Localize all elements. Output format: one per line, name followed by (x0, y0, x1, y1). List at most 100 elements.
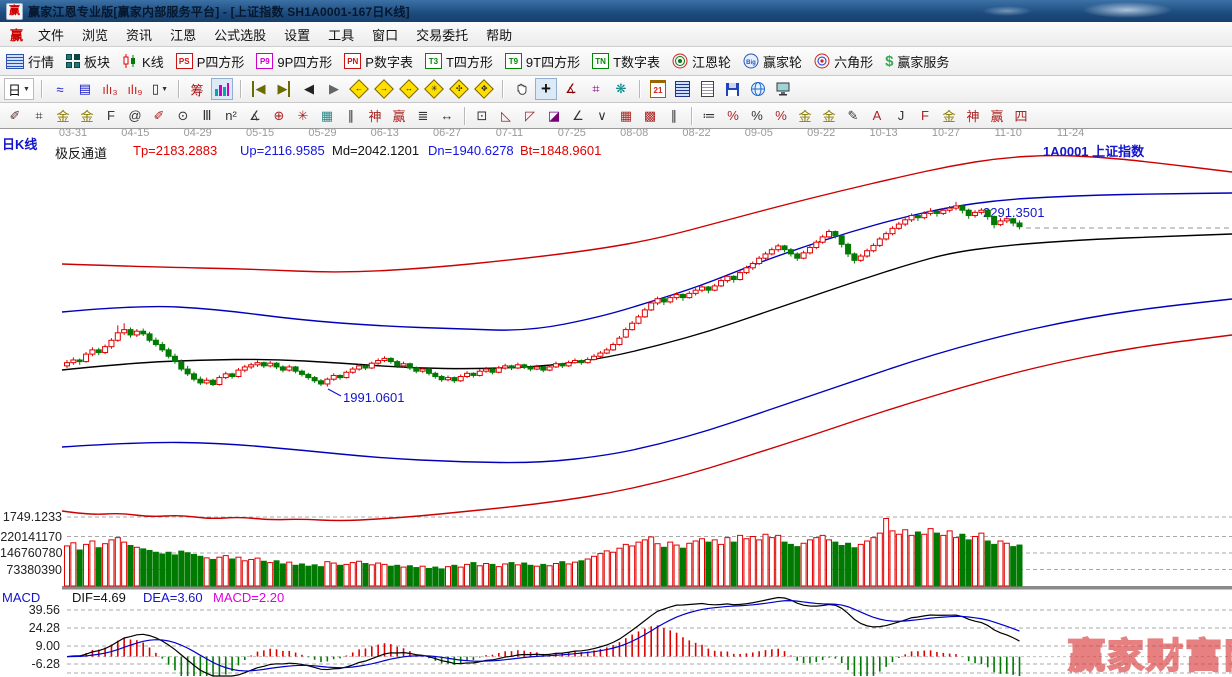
menu-item-file[interactable]: 文件 (29, 23, 73, 46)
macd-dea-value: DEA=3.60 (143, 590, 203, 605)
ruler-123-icon[interactable]: ≣ (412, 105, 434, 127)
first-bar-icon[interactable]: ◀ (248, 78, 270, 100)
menu-item-help[interactable]: 帮助 (477, 23, 521, 46)
ying-tool-icon[interactable]: 赢 (388, 105, 410, 127)
menu-item-settings[interactable]: 设置 (275, 23, 319, 46)
drag-hand-icon[interactable] (510, 78, 532, 100)
ying-angle-tool-icon[interactable]: 赢 (986, 105, 1008, 127)
fan-lines-tool-icon[interactable]: ◺ (495, 105, 517, 127)
toolbar-button-quotes[interactable]: 行情 (6, 52, 54, 71)
box-tool-icon[interactable]: ⊡ (471, 105, 493, 127)
gauge-tool-icon[interactable]: ⊙ (172, 105, 194, 127)
trend-chart-icon[interactable]: ≈ (49, 78, 71, 100)
toolbar-button-9p-square[interactable]: P99P四方形 (256, 52, 332, 71)
diamond-zoom-in-shape: ✥ (474, 79, 494, 99)
pen-tool-icon[interactable]: ✐ (4, 105, 26, 127)
diamond-compress-icon[interactable]: ✳ (423, 78, 445, 100)
percent-line-tool-icon[interactable]: % (770, 105, 792, 127)
diamond-zoom-out-icon[interactable]: ✣ (448, 78, 470, 100)
title-bar[interactable]: 赢 赢家江恩专业版[赢家内部服务平台] - [上证指数 SH1A0001-167… (0, 0, 1232, 22)
shen-tool-icon[interactable]: 神 (364, 105, 386, 127)
9p-square-icon: P9 (256, 53, 273, 69)
toolbar-button-winner-wheel[interactable]: Big赢家轮 (743, 52, 802, 71)
calendar-icon[interactable]: 21 (647, 78, 669, 100)
toolbar-button-p-square[interactable]: PSP四方形 (176, 52, 245, 71)
toolbar-button-t-square[interactable]: T3T四方形 (425, 52, 493, 71)
gold-ratio-a-icon[interactable]: 金 (52, 105, 74, 127)
channel-up-value: Up=2116.9585 (240, 143, 325, 158)
knife-tool-icon[interactable]: ✐ (148, 105, 170, 127)
gold-angle-tool-icon[interactable]: 金 (938, 105, 960, 127)
toolbar-button-winner-service[interactable]: $赢家服务 (885, 52, 949, 71)
menu-item-news[interactable]: 资讯 (117, 23, 161, 46)
save-icon[interactable] (722, 78, 744, 100)
bars-3-icon[interactable]: ılı₃ (99, 78, 121, 100)
menu-item-browse[interactable]: 浏览 (73, 23, 117, 46)
toolbar-button-9t-square[interactable]: T99T四方形 (505, 52, 580, 71)
width-measure-icon[interactable]: ↔ (436, 105, 458, 127)
diamond-scroll-right-icon[interactable]: → (373, 78, 395, 100)
prev-bar-icon[interactable]: ◀ (298, 78, 320, 100)
spiral-tool-icon[interactable]: @ (124, 105, 146, 127)
red-grid-tool-icon[interactable]: ▦ (615, 105, 637, 127)
toolbar-button-hexagon[interactable]: 六角形 (814, 52, 873, 71)
candle-style-icon[interactable]: ▯▼ (149, 78, 171, 100)
four-angle-tool-icon[interactable]: 四 (1010, 105, 1032, 127)
crosshair-icon[interactable]: + (535, 78, 557, 100)
last-bar-icon[interactable]: ▶ (273, 78, 295, 100)
web-service-icon[interactable] (747, 78, 769, 100)
gann-net-icon[interactable]: ⌗ (585, 78, 607, 100)
tick-ruler-icon[interactable]: Ⅲ (196, 105, 218, 127)
toolbar-button-kline[interactable]: K线 (122, 52, 164, 71)
chip-distribution-icon[interactable]: 筹 (186, 78, 208, 100)
star-grid-tool-icon[interactable]: ✳ (292, 105, 314, 127)
angle-measure-icon[interactable]: ∡ (560, 78, 582, 100)
gold-circle-tool-icon[interactable]: 金 (794, 105, 816, 127)
shen-angle-tool-icon[interactable]: 神 (962, 105, 984, 127)
shade-box-tool-icon[interactable]: ◪ (543, 105, 565, 127)
wave-a-tool-icon[interactable]: A (866, 105, 888, 127)
toolbar-button-gann-wheel[interactable]: 江恩轮 (672, 52, 731, 71)
n-square-tool-icon[interactable]: n² (220, 105, 242, 127)
gold-ratio-b-icon[interactable]: 金 (76, 105, 98, 127)
info-document-icon[interactable]: ▤ (74, 78, 96, 100)
j-angle-tool-icon[interactable]: J (890, 105, 912, 127)
toolbar-button-p-number-table[interactable]: PNP数字表 (344, 52, 413, 71)
net-grid-tool-icon[interactable]: ▦ (316, 105, 338, 127)
bars-9-icon[interactable]: ılı₉ (124, 78, 146, 100)
toolbar-button-sectors[interactable]: 板块 (66, 52, 110, 71)
percent-tool-icon[interactable]: % (746, 105, 768, 127)
service-dollar-icon: $ (885, 53, 893, 70)
double-bar-tool-icon[interactable]: ∥ (340, 105, 362, 127)
menu-item-gann[interactable]: 江恩 (161, 23, 205, 46)
fan-box-tool-icon[interactable]: ◸ (519, 105, 541, 127)
toolbar-button-t-number-table[interactable]: TNT数字表 (592, 52, 660, 71)
menu-item-formula-stock-pick[interactable]: 公式选股 (205, 23, 275, 46)
f-ruler-icon[interactable]: F (100, 105, 122, 127)
diamond-expand-h-icon[interactable]: ↔ (398, 78, 420, 100)
comb-ruler-icon[interactable]: ⌗ (28, 105, 50, 127)
diamond-zoom-in-icon[interactable]: ✥ (473, 78, 495, 100)
brush-tool-icon[interactable]: ✎ (842, 105, 864, 127)
dense-grid-tool-icon[interactable]: ▩ (639, 105, 661, 127)
f-angle-tool-icon[interactable]: F (914, 105, 936, 127)
notes-icon[interactable] (697, 78, 719, 100)
circle-cross-tool-icon[interactable]: ⊕ (268, 105, 290, 127)
workstation-icon[interactable] (772, 78, 794, 100)
wave-tool-icon[interactable]: ❋ (610, 78, 632, 100)
next-bar-icon[interactable]: ▶ (323, 78, 345, 100)
angle-lines-tool-icon[interactable]: ∠ (567, 105, 589, 127)
wave-lines-tool-icon[interactable]: ∨ (591, 105, 613, 127)
diamond-scroll-left-icon[interactable]: ← (348, 78, 370, 100)
calculator-icon[interactable] (672, 78, 694, 100)
volume-panel-icon[interactable] (211, 78, 233, 100)
scale-tool-icon[interactable]: ≔ (698, 105, 720, 127)
gold-bar-tool-icon[interactable]: 金 (818, 105, 840, 127)
menu-item-tools[interactable]: 工具 (319, 23, 363, 46)
menu-item-window[interactable]: 窗口 (363, 23, 407, 46)
menu-item-trade-entrust[interactable]: 交易委托 (407, 23, 477, 46)
angle-ruler-icon[interactable]: ∡ (244, 105, 266, 127)
percent-ruler-tool-icon[interactable]: % (722, 105, 744, 127)
period-day-icon[interactable]: 日▼ (4, 78, 34, 100)
parallel-lines-tool-icon[interactable]: ∥ (663, 105, 685, 127)
